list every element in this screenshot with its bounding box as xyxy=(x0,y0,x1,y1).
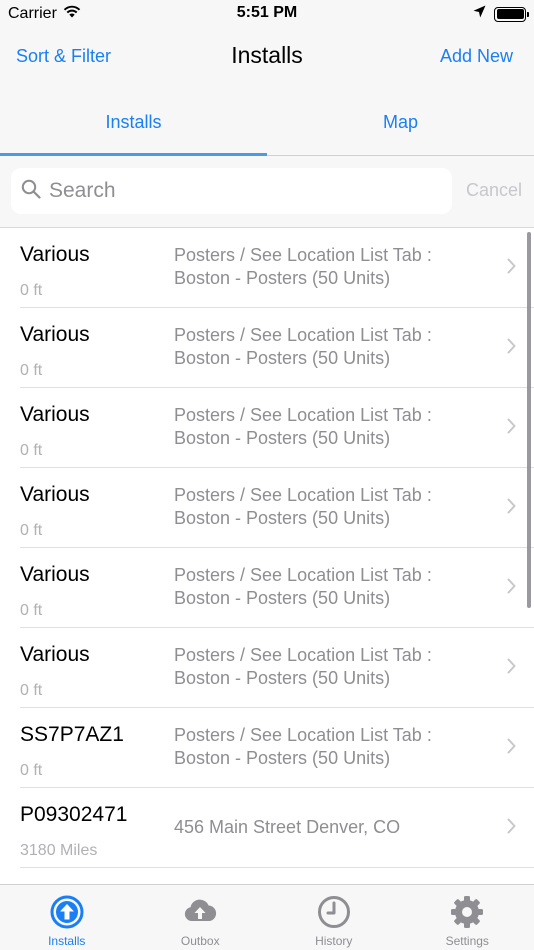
install-description: Posters / See Location List Tab : Boston… xyxy=(174,404,474,450)
tabbar-label: Outbox xyxy=(180,934,220,948)
add-new-button[interactable]: Add New xyxy=(440,46,513,67)
install-description: Posters / See Location List Tab : Boston… xyxy=(174,484,474,530)
chevron-right-icon xyxy=(507,658,516,679)
tabbar-label: Installs xyxy=(48,934,86,948)
status-bar: Carrier 5:51 PM xyxy=(0,0,534,28)
status-right xyxy=(473,5,529,23)
install-description: Posters / See Location List Tab : Boston… xyxy=(174,244,474,290)
gear-icon xyxy=(450,895,484,934)
list-item[interactable]: SS7P7AZ1 0 ft Posters / See Location Lis… xyxy=(0,708,534,788)
install-title: Various xyxy=(20,323,90,346)
description-line-2: Boston - Posters (50 Units) xyxy=(174,268,391,288)
install-description: 456 Main Street Denver, CO xyxy=(174,816,474,839)
install-title: Various xyxy=(20,643,90,666)
description-line-2: Boston - Posters (50 Units) xyxy=(174,348,391,368)
install-distance: 0 ft xyxy=(20,682,43,699)
install-distance: 0 ft xyxy=(20,282,43,299)
search-icon xyxy=(21,179,41,204)
list-item[interactable]: Various 0 ft Posters / See Location List… xyxy=(0,228,534,308)
description-line-1: Posters / See Location List Tab : xyxy=(174,405,432,425)
cloud-upload-icon xyxy=(182,895,218,934)
description-line-2: Boston - Posters (50 Units) xyxy=(174,428,391,448)
description-line-1: Posters / See Location List Tab : xyxy=(174,325,432,345)
install-distance: 0 ft xyxy=(20,522,43,539)
tab-map[interactable]: Map xyxy=(267,88,534,156)
install-distance: 0 ft xyxy=(20,602,43,619)
description-line-1: Posters / See Location List Tab : xyxy=(174,245,432,265)
tabbar-item-history[interactable]: History xyxy=(267,885,401,950)
chevron-right-icon xyxy=(507,498,516,519)
list-item[interactable]: Various 0 ft Posters / See Location List… xyxy=(0,388,534,468)
list-item[interactable]: Various 0 ft Posters / See Location List… xyxy=(0,628,534,708)
list-item[interactable]: Various 0 ft Posters / See Location List… xyxy=(0,548,534,628)
scrollbar[interactable] xyxy=(527,232,531,608)
clock-icon xyxy=(317,895,351,934)
description-line-2: Boston - Posters (50 Units) xyxy=(174,588,391,608)
description-line-2: Boston - Posters (50 Units) xyxy=(174,668,391,688)
tabbar-item-installs[interactable]: Installs xyxy=(0,885,134,950)
install-title: Various xyxy=(20,243,90,266)
install-title: Various xyxy=(20,403,90,426)
chevron-right-icon xyxy=(507,338,516,359)
navigation-bar: Sort & Filter Installs Add New xyxy=(0,28,534,88)
tabbar-item-outbox[interactable]: Outbox xyxy=(134,885,268,950)
install-description: Posters / See Location List Tab : Boston… xyxy=(174,724,474,770)
chevron-right-icon xyxy=(507,578,516,599)
description-line-1: 456 Main Street Denver, CO xyxy=(174,817,401,837)
search-box[interactable] xyxy=(11,168,452,214)
chevron-right-icon xyxy=(507,738,516,759)
description-line-1: Posters / See Location List Tab : xyxy=(174,645,432,665)
description-line-2: Boston - Posters (50 Units) xyxy=(174,508,391,528)
install-description: Posters / See Location List Tab : Boston… xyxy=(174,644,474,690)
description-line-1: Posters / See Location List Tab : xyxy=(174,485,432,505)
description-line-1: Posters / See Location List Tab : xyxy=(174,565,432,585)
arrow-up-circle-icon xyxy=(50,895,84,934)
install-description: Posters / See Location List Tab : Boston… xyxy=(174,324,474,370)
chevron-right-icon xyxy=(507,818,516,839)
install-distance: 0 ft xyxy=(20,762,43,779)
tabbar-item-settings[interactable]: Settings xyxy=(401,885,534,950)
battery-icon xyxy=(494,6,529,22)
location-arrow-icon xyxy=(473,5,486,23)
description-line-2: Boston - Posters (50 Units) xyxy=(174,748,391,768)
cancel-button[interactable]: Cancel xyxy=(466,180,522,201)
list-item[interactable]: Various 0 ft Posters / See Location List… xyxy=(0,468,534,548)
install-title: Various xyxy=(20,563,90,586)
tab-installs[interactable]: Installs xyxy=(0,88,267,156)
list-item[interactable]: Various 0 ft Posters / See Location List… xyxy=(0,308,534,388)
install-title: P09302471 xyxy=(20,803,128,826)
chevron-right-icon xyxy=(507,258,516,279)
install-title: Various xyxy=(20,483,90,506)
status-time: 5:51 PM xyxy=(236,4,298,21)
tabbar-label: Settings xyxy=(445,934,489,948)
list-item[interactable]: P09302471 3180 Miles 456 Main Street Den… xyxy=(0,788,534,868)
search-area: Cancel xyxy=(0,156,534,228)
install-distance: 0 ft xyxy=(20,362,43,379)
chevron-right-icon xyxy=(507,418,516,439)
installs-list[interactable]: Various 0 ft Posters / See Location List… xyxy=(0,228,534,884)
install-distance: 3180 Miles xyxy=(20,842,98,859)
segment-tabs: Installs Map xyxy=(0,88,534,156)
install-distance: 0 ft xyxy=(20,442,43,459)
tabbar-label: History xyxy=(315,934,353,948)
description-line-1: Posters / See Location List Tab : xyxy=(174,725,432,745)
install-description: Posters / See Location List Tab : Boston… xyxy=(174,564,474,610)
tab-bar: Installs Outbox History Settings xyxy=(0,884,534,950)
install-title: SS7P7AZ1 xyxy=(20,723,124,746)
search-input[interactable] xyxy=(49,179,409,203)
